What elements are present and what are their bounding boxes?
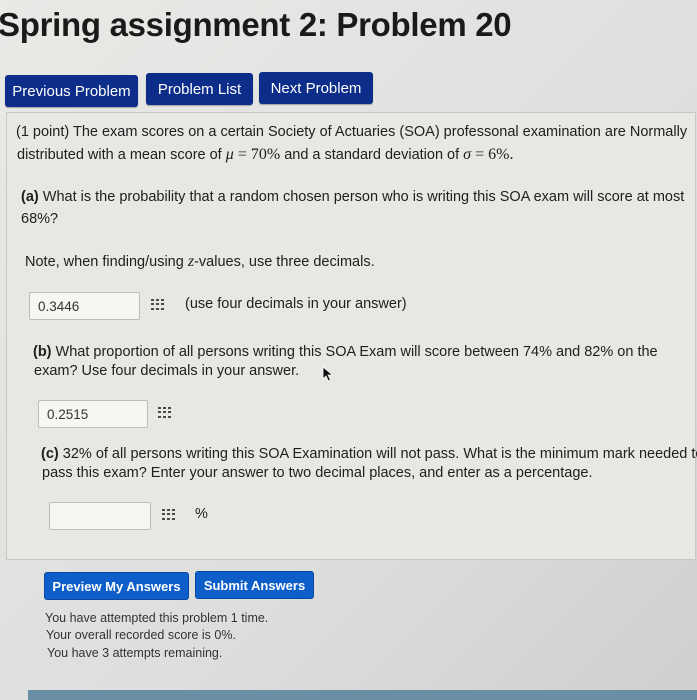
part-b-question-line2: exam? Use four decimals in your answer. xyxy=(34,363,300,379)
part-a-answer-input[interactable]: 0.3446 xyxy=(29,292,140,320)
mean-text: distributed with a mean score of xyxy=(17,147,222,163)
remaining-attempts-status: You have 3 attempts remaining. xyxy=(47,646,223,660)
next-problem-button[interactable]: Next Problem xyxy=(259,72,373,104)
problem-panel xyxy=(6,112,696,560)
sd-text: and a standard deviation of xyxy=(284,147,460,163)
part-a-label: (a) xyxy=(21,189,39,205)
submit-answers-button[interactable]: Submit Answers xyxy=(195,571,314,599)
part-a-question-line2: 68%? xyxy=(21,211,59,227)
part-c-label: (c) xyxy=(41,446,59,462)
sigma-symbol: σ xyxy=(463,146,472,163)
part-b-answer-input[interactable]: 0.2515 xyxy=(38,400,148,428)
note-suffix: -values, use three decimals. xyxy=(194,254,375,270)
attempts-status: You have attempted this problem 1 time. xyxy=(45,611,269,625)
part-c-question-line2: pass this exam? Enter your answer to two… xyxy=(42,465,593,481)
problem-intro-line1: (1 point) The exam scores on a certain S… xyxy=(16,124,688,140)
sigma-value: = 6%. xyxy=(475,146,514,163)
page-title: Spring assignment 2: Problem 20 xyxy=(0,6,512,43)
part-b-question-line1: (b) What proportion of all persons writi… xyxy=(33,343,658,362)
mu-symbol: μ xyxy=(225,146,234,163)
part-b-text: What proportion of all persons writing t… xyxy=(55,344,658,360)
mouse-cursor-icon xyxy=(322,366,334,382)
part-b-label: (b) xyxy=(33,344,52,360)
mu-value: = 70% xyxy=(237,146,281,163)
percent-unit: % xyxy=(195,506,208,522)
previous-problem-button[interactable]: Previous Problem xyxy=(5,75,138,107)
equation-editor-icon[interactable] xyxy=(162,509,175,520)
score-status: Your overall recorded score is 0%. xyxy=(46,628,236,642)
part-c-text: 32% of all persons writing this SOA Exam… xyxy=(62,446,697,462)
preview-answers-button[interactable]: Preview My Answers xyxy=(44,572,189,600)
problem-list-button[interactable]: Problem List xyxy=(146,73,253,105)
z-value-note: Note, when finding/using z-values, use t… xyxy=(25,252,375,272)
part-c-answer-input[interactable] xyxy=(49,502,151,530)
part-a-question-line1: (a) What is the probability that a rando… xyxy=(21,188,684,207)
equation-editor-icon[interactable] xyxy=(158,407,171,418)
part-c-question-line1: (c) 32% of all persons writing this SOA … xyxy=(41,445,697,464)
part-a-text: What is the probability that a random ch… xyxy=(42,189,685,205)
footer-bar xyxy=(28,690,697,700)
note-prefix: Note, when finding/using xyxy=(25,254,184,270)
part-a-hint: (use four decimals in your answer) xyxy=(185,296,407,312)
problem-intro-line2: distributed with a mean score of μ = 70%… xyxy=(17,145,513,165)
equation-editor-icon[interactable] xyxy=(151,299,164,310)
